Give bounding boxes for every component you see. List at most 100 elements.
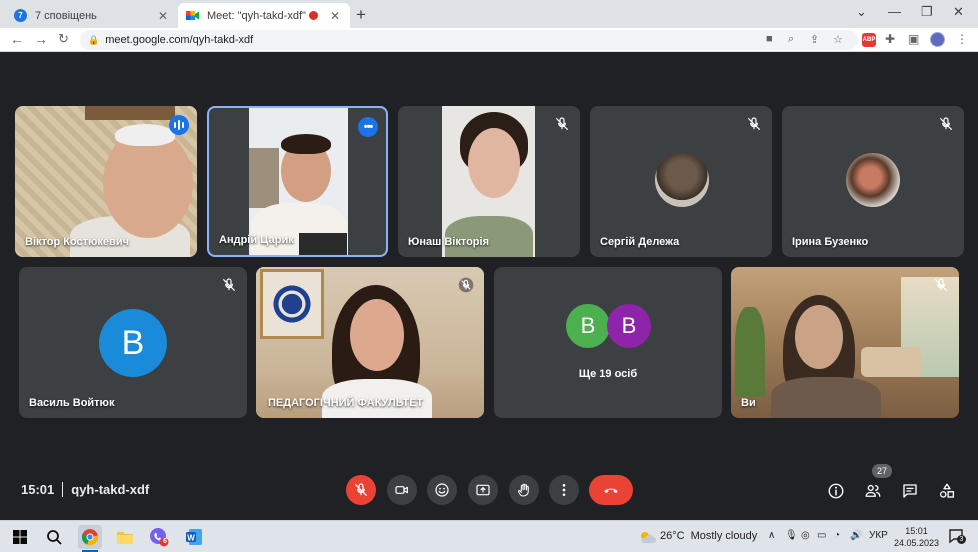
partly-cloudy-icon xyxy=(638,530,656,543)
participant-avatar-photo xyxy=(846,153,900,207)
mic-off-icon xyxy=(746,116,762,132)
tab-google-meet[interactable]: Meet: "qyh-takd-xdf" ✕ xyxy=(178,3,350,28)
viber-app-icon[interactable]: 6 xyxy=(147,525,171,549)
webcam-tray-icon[interactable]: ◎ xyxy=(801,530,810,541)
microphone-toggle-button[interactable] xyxy=(346,475,376,505)
adblock-extension-icon[interactable]: ABP xyxy=(862,33,876,47)
people-icon xyxy=(865,484,881,497)
search-icon[interactable] xyxy=(42,525,66,549)
background-sofa xyxy=(861,347,921,377)
participant-tile[interactable]: ••• Андрій Царик xyxy=(207,106,388,257)
activities-button[interactable] xyxy=(937,481,957,501)
more-options-button[interactable] xyxy=(549,475,579,505)
chat-button[interactable] xyxy=(900,481,920,501)
browser-menu-icon[interactable]: ⋮ xyxy=(956,32,968,46)
weather-description: Mostly cloudy xyxy=(690,530,758,542)
hidden-icons-chevron-icon[interactable]: ∧ xyxy=(768,530,775,541)
participant-tile[interactable]: Юнаш Вікторія xyxy=(398,106,580,257)
camera-toggle-button[interactable] xyxy=(387,475,417,505)
participant-hair xyxy=(115,124,175,146)
participant-tile[interactable]: Ірина Бузенко xyxy=(782,106,964,257)
participant-name: Ірина Бузенко xyxy=(792,236,869,248)
microphone-tray-icon[interactable]: 🎙 xyxy=(785,530,798,541)
volume-icon[interactable]: 🔊 xyxy=(850,530,862,541)
participant-name: Віктор Костюкевич xyxy=(25,236,129,248)
more-participants-label: Ще 19 осіб xyxy=(578,368,638,380)
participant-tile[interactable]: Віктор Костюкевич xyxy=(15,106,197,257)
participant-avatar: В xyxy=(566,304,610,348)
leave-call-button[interactable] xyxy=(589,475,633,505)
system-clock[interactable]: 15:01 24.05.2023 xyxy=(894,525,939,549)
meeting-time: 15:01 xyxy=(21,482,55,497)
tab-close-icon[interactable]: ✕ xyxy=(328,9,342,23)
address-bar[interactable]: 🔒 meet.google.com/qyh-takd-xdf xyxy=(80,30,858,50)
new-tab-button[interactable]: + xyxy=(356,5,366,25)
tab-close-icon[interactable]: ✕ xyxy=(156,9,170,23)
wifi-icon[interactable]: ◔ xyxy=(834,530,840,541)
more-vert-icon xyxy=(562,484,566,496)
more-options-icon[interactable]: ••• xyxy=(358,117,378,137)
participant-name: ПЕДАГОГІЧНИЙ ФАКУЛЬТЕТ xyxy=(268,397,424,409)
raise-hand-button[interactable] xyxy=(509,475,539,505)
hand-icon xyxy=(518,483,529,497)
hang-up-icon xyxy=(604,488,618,493)
reactions-button[interactable] xyxy=(427,475,457,505)
lock-icon: 🔒 xyxy=(88,34,100,45)
zoom-icon[interactable]: ⌕ xyxy=(788,33,794,46)
participant-name: Юнаш Вікторія xyxy=(408,236,489,248)
emoji-icon xyxy=(435,483,449,497)
extensions-puzzle-icon[interactable]: ✚ xyxy=(885,32,895,46)
participant-tile[interactable]: Сергій Дележа xyxy=(590,106,772,257)
painting-pattern xyxy=(270,279,314,329)
participant-avatar: В xyxy=(99,309,167,377)
input-language[interactable]: УКР xyxy=(869,530,888,541)
profile-avatar[interactable] xyxy=(930,32,945,47)
back-arrow-icon[interactable]: ← xyxy=(10,31,24,47)
close-window-icon[interactable]: ✕ xyxy=(953,4,964,20)
weather-temperature: 26°C xyxy=(660,530,685,542)
mic-off-icon xyxy=(938,116,954,132)
reload-icon[interactable]: ↻ xyxy=(58,31,69,47)
background-plant xyxy=(735,307,765,397)
present-screen-button[interactable] xyxy=(468,475,498,505)
weather-widget[interactable]: 26°C Mostly cloudy xyxy=(638,530,758,543)
forward-arrow-icon[interactable]: → xyxy=(34,31,48,47)
recording-indicator-icon xyxy=(309,11,318,20)
browser-toolbar: ← → ↻ 🔒 meet.google.com/qyh-takd-xdf ■ ⌕… xyxy=(0,28,978,52)
meeting-details-button[interactable] xyxy=(826,481,846,501)
windows-start-icon[interactable] xyxy=(8,525,32,549)
share-icon[interactable]: ⇪ xyxy=(810,33,819,46)
participant-tile[interactable]: Ви xyxy=(731,267,959,418)
more-participants-tile[interactable]: В В Ще 19 осіб xyxy=(494,267,722,418)
tab-notifications[interactable]: 7 7 сповіщень ✕ xyxy=(6,3,178,28)
people-button[interactable] xyxy=(863,481,883,501)
google-meet-icon xyxy=(186,9,199,22)
notification-center-icon[interactable]: 3 xyxy=(948,528,966,544)
participant-name: Ви xyxy=(741,397,756,409)
tab-title: 7 сповіщень xyxy=(35,9,97,22)
participant-face xyxy=(795,305,843,369)
browser-tab-strip: 7 7 сповіщень ✕ Meet: "qyh-takd-xdf" ✕ +… xyxy=(0,0,978,28)
participant-face xyxy=(468,128,520,198)
participant-tile[interactable]: В Василь Войтюк xyxy=(19,267,247,418)
participant-hair xyxy=(281,134,331,154)
background-object xyxy=(249,148,279,208)
participant-tile[interactable]: ПЕДАГОГІЧНИЙ ФАКУЛЬТЕТ xyxy=(256,267,484,418)
clock-time: 15:01 xyxy=(905,526,928,536)
tab-search-chevron-icon[interactable]: ⌄ xyxy=(856,4,867,20)
side-panel-icon[interactable]: ▣ xyxy=(908,32,919,46)
mic-off-icon xyxy=(221,277,237,293)
present-screen-icon xyxy=(476,484,490,496)
battery-icon[interactable]: ▭ xyxy=(817,530,826,541)
bookmark-star-icon[interactable]: ☆ xyxy=(833,33,843,46)
file-explorer-icon[interactable] xyxy=(113,525,137,549)
chrome-app-icon[interactable] xyxy=(78,525,102,552)
word-app-icon[interactable]: W xyxy=(182,525,206,549)
video-camera-icon xyxy=(395,486,408,494)
restore-icon[interactable]: ❐ xyxy=(921,4,933,20)
mic-off-icon xyxy=(933,277,949,293)
minimize-icon[interactable]: — xyxy=(888,4,901,19)
people-count-badge: 27 xyxy=(872,464,892,478)
camera-in-use-icon[interactable]: ■ xyxy=(766,33,773,45)
mic-off-icon xyxy=(554,116,570,132)
